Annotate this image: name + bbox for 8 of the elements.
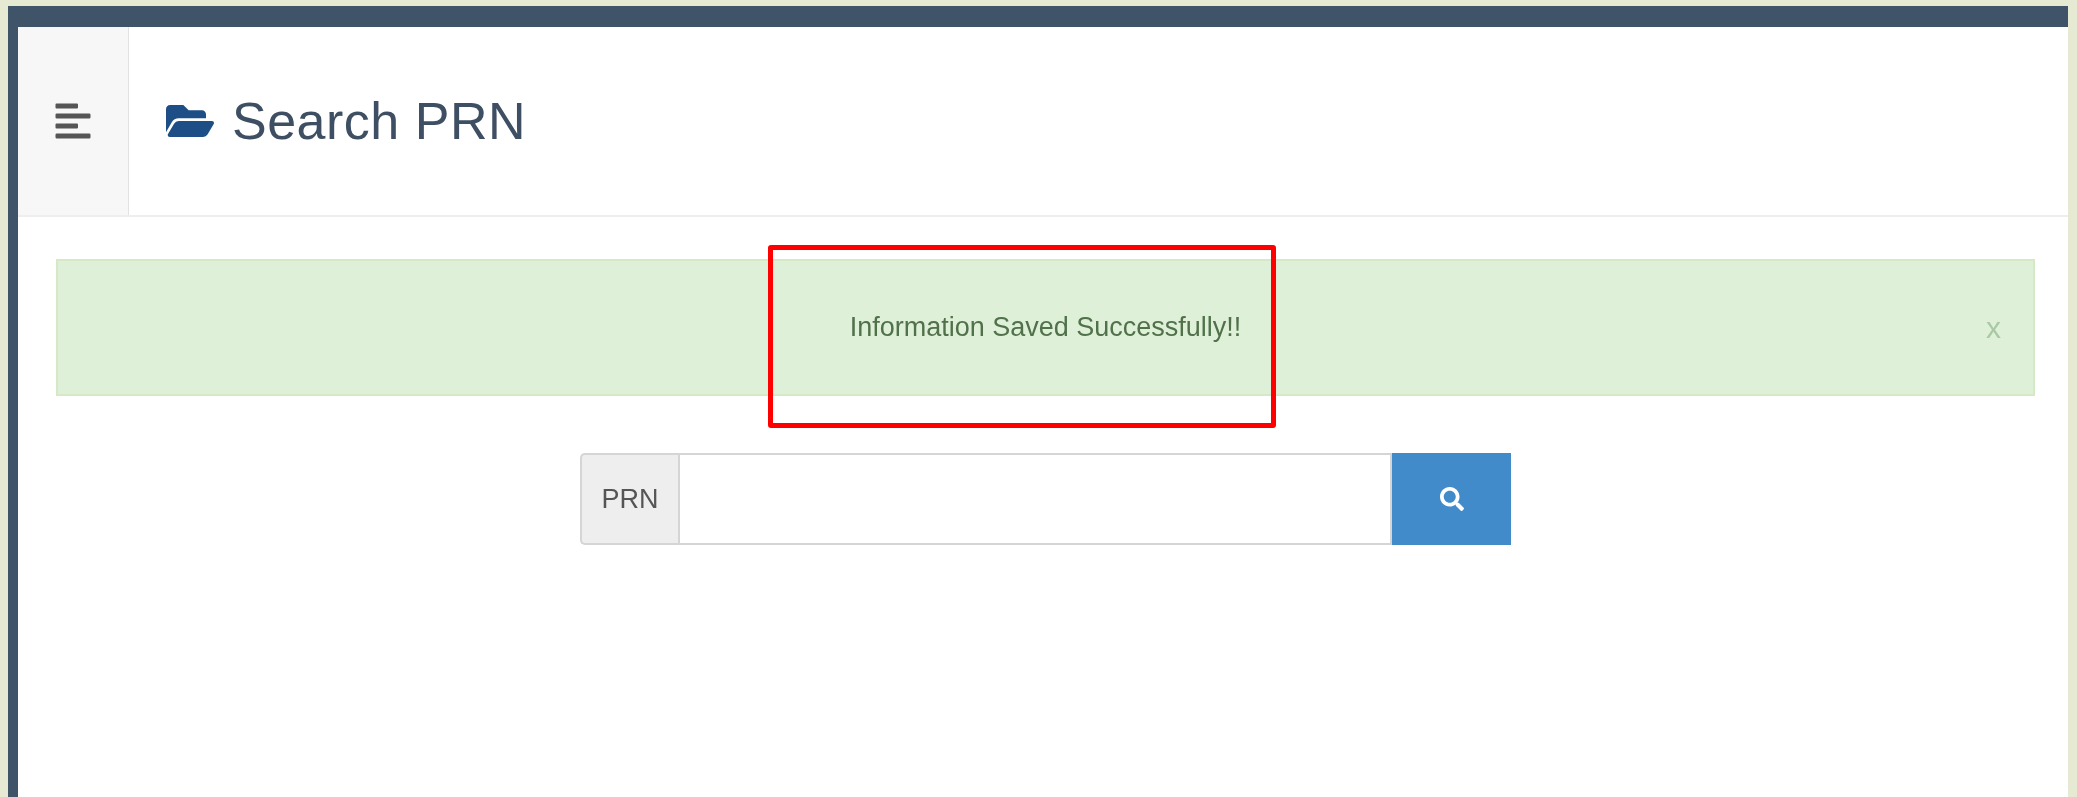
prn-input-field[interactable] <box>678 453 1392 545</box>
menu-button[interactable] <box>18 27 129 215</box>
search-icon <box>1439 487 1464 511</box>
page-title: Search PRN <box>232 91 526 151</box>
prn-label: PRN <box>580 453 678 545</box>
menu-icon <box>53 101 93 141</box>
alert-message: Information Saved Successfully!! <box>849 312 1242 343</box>
search-button[interactable] <box>1392 453 1511 545</box>
